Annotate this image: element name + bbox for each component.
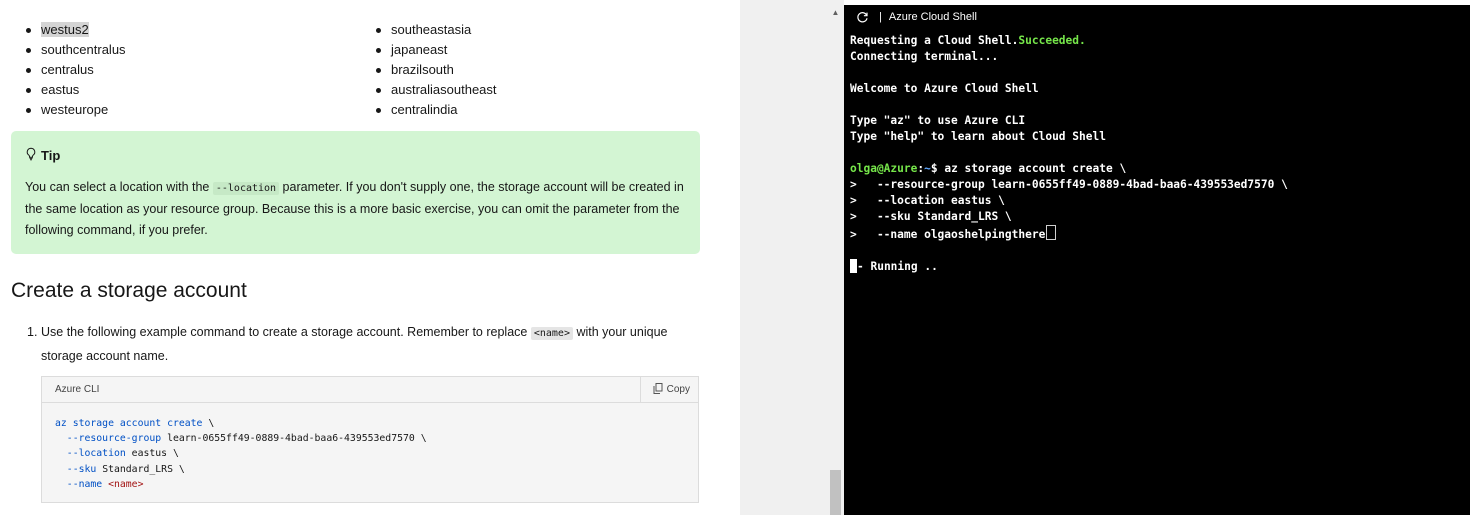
reload-icon[interactable] bbox=[856, 11, 869, 24]
list-item: centralus bbox=[22, 60, 126, 80]
terminal-cursor bbox=[1046, 225, 1057, 240]
step-list: 1. Use the following example command to … bbox=[27, 321, 707, 367]
lightbulb-icon bbox=[25, 147, 41, 164]
code-language-label: Azure CLI bbox=[55, 384, 100, 395]
scrollbar[interactable]: ▲ bbox=[829, 6, 842, 515]
cloud-shell-toolbar: | Azure Cloud Shell bbox=[844, 5, 1470, 29]
list-item: eastus bbox=[22, 80, 126, 100]
cloud-shell-title: Azure Cloud Shell bbox=[888, 11, 977, 23]
list-item: southcentralus bbox=[22, 40, 126, 60]
tip-heading: Tip bbox=[25, 147, 686, 163]
step-number: 1. bbox=[27, 325, 38, 339]
section-heading: Create a storage account bbox=[11, 279, 247, 302]
tip-text: You can select a location with the --loc… bbox=[25, 180, 684, 237]
list-item: westeurope bbox=[22, 100, 126, 120]
list-item: brazilsouth bbox=[372, 60, 497, 80]
terminal-output[interactable]: Requesting a Cloud Shell.Succeeded. Conn… bbox=[850, 33, 1288, 275]
tip-callout: Tip You can select a location with the -… bbox=[11, 131, 700, 254]
copy-icon bbox=[653, 382, 667, 397]
copy-button[interactable]: Copy bbox=[639, 377, 698, 402]
list-item: japaneast bbox=[372, 40, 497, 60]
code-block-header: Azure CLI Copy bbox=[42, 377, 698, 403]
list-item: australiasoutheast bbox=[372, 80, 497, 100]
location-parameter-code: --location bbox=[212, 182, 280, 195]
region-column-left: westus2 southcentralus centralus eastus … bbox=[22, 20, 126, 120]
code-block: Azure CLI Copy az storage account create… bbox=[41, 376, 699, 503]
progress-spinner-block bbox=[850, 259, 857, 273]
step-text: Use the following example command to cre… bbox=[41, 325, 668, 363]
cloud-shell-panel[interactable]: | Azure Cloud Shell Requesting a Cloud S… bbox=[844, 5, 1470, 515]
code-sample: az storage account create \ --resource-g… bbox=[55, 418, 427, 490]
list-item: westus2 bbox=[22, 20, 126, 40]
region-column-right: southeastasia japaneast brazilsouth aust… bbox=[372, 20, 497, 120]
list-item: southeastasia bbox=[372, 20, 497, 40]
copy-button-label: Copy bbox=[666, 384, 690, 395]
scroll-up-arrow-icon[interactable]: ▲ bbox=[829, 6, 842, 20]
scrollbar-thumb[interactable] bbox=[830, 470, 841, 515]
region-name-selected: westus2 bbox=[41, 22, 89, 37]
tip-title: Tip bbox=[41, 147, 61, 163]
learn-article-pane: westus2 southcentralus centralus eastus … bbox=[0, 0, 740, 515]
list-item: centralindia bbox=[372, 100, 497, 120]
toolbar-separator: | bbox=[879, 11, 882, 23]
name-placeholder-code: <name> bbox=[530, 327, 573, 340]
